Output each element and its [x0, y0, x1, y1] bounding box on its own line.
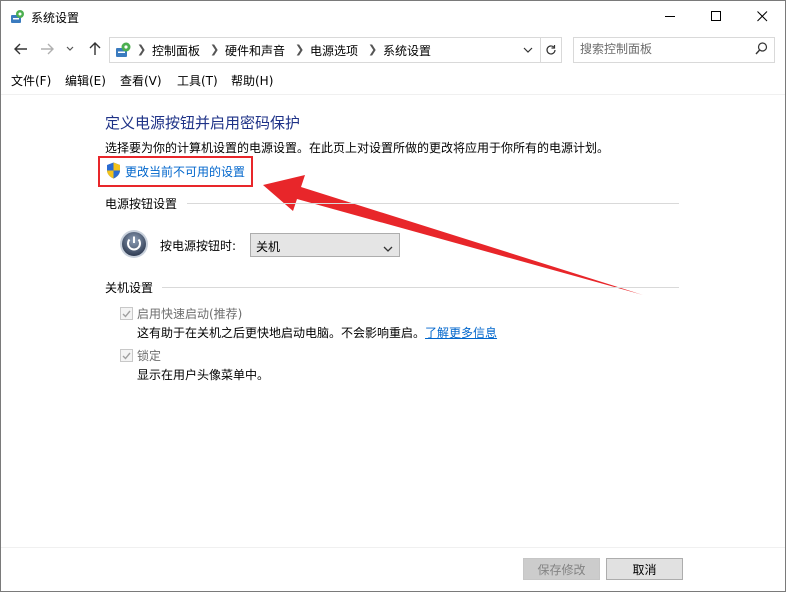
menu-tools[interactable]: 工具(T) [177, 72, 218, 89]
search-input[interactable] [580, 41, 750, 57]
menu-file[interactable]: 文件(F) [11, 72, 51, 89]
breadcrumb-hardware-sound[interactable]: 硬件和声音 [225, 42, 285, 59]
maximize-icon [710, 11, 721, 21]
power-section-title: 电源按钮设置 [105, 197, 178, 211]
page-description: 选择要为你的计算机设置的电源设置。在此页上对设置所做的更改将应用于你所有的电源计… [105, 141, 610, 155]
power-button-icon [119, 229, 149, 259]
checkmark-icon [122, 352, 131, 360]
breadcrumb-power-options[interactable]: 电源选项 [310, 42, 358, 59]
menu-view[interactable]: 查看(V) [120, 72, 162, 89]
menu-divider [1, 94, 785, 95]
maximize-button[interactable] [693, 1, 739, 32]
fast-startup-description: 这有助于在关机之后更快地启动电脑。不会影响重启。了解更多信息 [137, 324, 497, 341]
close-icon [756, 11, 767, 22]
breadcrumb-separator-icon: ❯ [210, 43, 220, 56]
chevron-down-icon [523, 47, 533, 53]
section-divider [187, 203, 679, 204]
address-bar[interactable]: ❯ 控制面板 ❯ 硬件和声音 ❯ 电源选项 ❯ 系统设置 [109, 37, 541, 63]
breadcrumb-control-panel[interactable]: 控制面板 [152, 42, 200, 59]
search-box[interactable] [573, 37, 775, 63]
minimize-button[interactable] [647, 1, 693, 32]
power-button-action-label: 按电源按钮时: [160, 239, 237, 253]
section-divider [162, 287, 679, 288]
back-button[interactable] [11, 39, 31, 59]
forward-arrow-icon [41, 43, 54, 55]
breadcrumb-system-settings[interactable]: 系统设置 [383, 42, 431, 59]
window-title: 系统设置 [31, 11, 80, 25]
lock-checkbox[interactable] [120, 349, 133, 362]
breadcrumb-separator-icon: ❯ [295, 43, 305, 56]
address-dropdown-button[interactable] [520, 41, 536, 59]
footer-divider [1, 547, 785, 548]
forward-button[interactable] [37, 39, 57, 59]
menu-help[interactable]: 帮助(H) [231, 72, 273, 89]
lock-label: 锁定 [137, 349, 162, 363]
control-panel-icon [114, 41, 132, 59]
recent-locations-button[interactable] [63, 39, 77, 59]
breadcrumb-separator-icon: ❯ [368, 43, 378, 56]
fast-startup-description-text: 这有助于在关机之后更快地启动电脑。不会影响重启。 [137, 326, 426, 340]
checkmark-icon [122, 310, 131, 318]
power-button-action-value: 关机 [256, 240, 281, 254]
lock-description: 显示在用户头像菜单中。 [137, 368, 270, 382]
back-arrow-icon [14, 43, 27, 55]
shutdown-section-title: 关机设置 [105, 281, 154, 295]
uac-shield-icon [106, 162, 121, 179]
control-panel-icon [9, 9, 25, 25]
refresh-button[interactable] [540, 37, 562, 63]
title-bar: 系统设置 [1, 1, 785, 32]
cancel-button[interactable]: 取消 [606, 558, 683, 580]
change-unavailable-settings-link[interactable]: 更改当前不可用的设置 [125, 163, 245, 180]
breadcrumb-separator-icon: ❯ [137, 43, 147, 56]
learn-more-link[interactable]: 了解更多信息 [425, 326, 497, 340]
fast-startup-checkbox[interactable] [120, 307, 133, 320]
close-button[interactable] [739, 1, 785, 32]
search-icon[interactable] [755, 42, 768, 58]
window: 系统设置 ❯ 控制面板 ❯ 硬件和声音 ❯ 电源选项 ❯ 系统设置 搜索控制面板… [0, 0, 786, 592]
menu-bar: 文件(F) 编辑(E) 查看(V) 工具(T) 帮助(H) [1, 69, 785, 91]
chevron-down-icon [66, 46, 74, 51]
fast-startup-label: 启用快速启动(推荐) [137, 307, 243, 321]
chevron-down-icon [383, 241, 393, 255]
page-title: 定义电源按钮并启用密码保护 [105, 114, 301, 132]
up-arrow-icon [89, 42, 101, 55]
up-button[interactable] [85, 39, 105, 59]
refresh-icon [546, 45, 556, 55]
menu-edit[interactable]: 编辑(E) [65, 72, 106, 89]
save-changes-button[interactable]: 保存修改 [523, 558, 600, 580]
power-button-action-select[interactable]: 关机 [250, 233, 400, 257]
navigation-bar: ❯ 控制面板 ❯ 硬件和声音 ❯ 电源选项 ❯ 系统设置 [1, 33, 785, 65]
minimize-icon [664, 16, 675, 17]
